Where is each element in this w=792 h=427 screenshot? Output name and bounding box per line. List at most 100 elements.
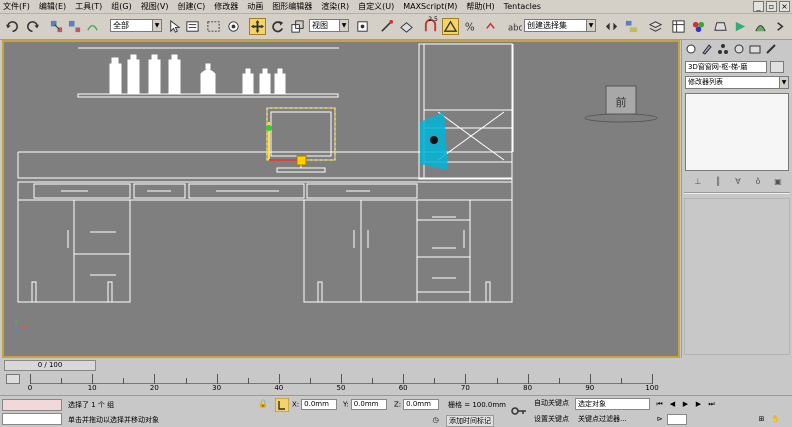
menu-graph-editors[interactable]: 图形编辑器: [272, 1, 312, 12]
selection-status: 选择了 1 个 组: [68, 401, 115, 409]
display-tab-icon[interactable]: [748, 42, 762, 56]
perspective-viewport[interactable]: 前: [2, 40, 680, 358]
svg-text:前: 前: [616, 95, 627, 109]
toolbar-overflow-icon[interactable]: [772, 18, 789, 35]
selection-filter-dropdown[interactable]: 全部 ▼: [110, 19, 162, 32]
x-value-field[interactable]: 0.0mm: [301, 399, 338, 410]
menu-animation[interactable]: 动画: [247, 1, 263, 12]
object-name-field[interactable]: 3D窗窗网-枢-梯-磨: [685, 61, 767, 73]
set-key-button[interactable]: 设置关键点: [534, 414, 569, 424]
material-editor-icon[interactable]: [690, 18, 707, 35]
menu-group[interactable]: 组(G): [111, 1, 131, 12]
create-tab-icon[interactable]: [684, 42, 698, 56]
percent-snap-icon[interactable]: %: [462, 18, 479, 35]
menu-rendering[interactable]: 渲染(R): [321, 1, 349, 12]
reference-coordinate-value: 视图: [312, 21, 328, 30]
render-setup-icon[interactable]: [712, 18, 729, 35]
utilities-tab-icon[interactable]: [764, 42, 778, 56]
goto-start-icon[interactable]: ⏮: [654, 399, 665, 410]
object-color-swatch[interactable]: [770, 61, 784, 73]
maxscript-listener-mini[interactable]: [2, 399, 62, 411]
chevron-down-icon: ▼: [152, 20, 161, 31]
curve-editor-mini-icon[interactable]: [6, 374, 20, 384]
ruler-tick: [216, 374, 218, 384]
render-frame-icon[interactable]: [732, 18, 749, 35]
menu-maxscript[interactable]: MAXScript(M): [403, 2, 457, 11]
ruler-tick: [341, 374, 342, 384]
rectangular-selection-icon[interactable]: [205, 18, 222, 35]
y-value-field[interactable]: 0.0mm: [350, 399, 387, 410]
key-filters-button[interactable]: 关键点过滤器...: [578, 414, 627, 424]
menu-tools[interactable]: 工具(T): [75, 1, 102, 12]
select-and-rotate-icon[interactable]: [269, 18, 286, 35]
pivot-center-icon[interactable]: [354, 18, 371, 35]
svg-text:abc: abc: [508, 22, 522, 32]
modifier-list-dropdown[interactable]: 修改器列表 ▼: [685, 76, 789, 89]
bind-spacewarp-icon[interactable]: [84, 18, 101, 35]
undo-icon[interactable]: [4, 18, 21, 35]
menu-customize[interactable]: 自定义(U): [358, 1, 394, 12]
modify-tab-icon[interactable]: [700, 42, 714, 56]
selection-set-dropdown[interactable]: 选定对象: [575, 398, 650, 410]
mirror-icon[interactable]: [603, 18, 620, 35]
hierarchy-tab-icon[interactable]: [716, 42, 730, 56]
unlink-icon[interactable]: [66, 18, 83, 35]
window-crossing-icon[interactable]: [225, 18, 242, 35]
select-object-icon[interactable]: [166, 18, 183, 35]
remove-modifier-icon[interactable]: ô: [753, 176, 763, 186]
time-tag-icon[interactable]: ◷: [430, 415, 441, 426]
menu-create[interactable]: 创建(C): [177, 1, 205, 12]
lock-selection-icon[interactable]: 🔒: [258, 399, 270, 411]
menu-help[interactable]: 帮助(H): [466, 1, 494, 12]
key-mode-toggle-icon[interactable]: ⊳: [654, 414, 665, 425]
reference-coordinate-dropdown[interactable]: 视图 ▼: [309, 19, 349, 32]
play-icon[interactable]: ▶: [680, 399, 691, 410]
z-label: Z:: [394, 400, 402, 409]
goto-end-icon[interactable]: ⏭: [706, 399, 717, 410]
absolute-transform-icon[interactable]: [274, 397, 290, 413]
menu-edit[interactable]: 编辑(E): [39, 1, 66, 12]
track-bar[interactable]: 0 10 20 30 40 50 60 70 80 90 100: [0, 372, 680, 394]
select-link-icon[interactable]: [48, 18, 65, 35]
z-value-field[interactable]: 0.0mm: [403, 399, 440, 410]
named-selection-dropdown[interactable]: 创建选择集 ▼: [524, 19, 596, 32]
key-mode-icon[interactable]: [510, 402, 528, 420]
show-end-result-icon[interactable]: ║: [713, 176, 723, 186]
motion-tab-icon[interactable]: [732, 42, 746, 56]
align-icon[interactable]: [623, 18, 640, 35]
close-button[interactable]: ×: [779, 1, 790, 12]
pin-stack-icon[interactable]: ⊥: [693, 176, 703, 186]
spinner-snap-icon[interactable]: [482, 18, 499, 35]
maxscript-input-mini[interactable]: [2, 413, 62, 425]
menu-tentacles[interactable]: Tentacles: [504, 2, 541, 11]
menu-views[interactable]: 视图(V): [141, 1, 169, 12]
zoom-extents-icon[interactable]: ⊞: [756, 414, 767, 425]
select-by-name-icon[interactable]: [184, 18, 201, 35]
quick-render-icon[interactable]: [752, 18, 769, 35]
make-unique-icon[interactable]: ∀: [733, 176, 743, 186]
add-time-tag-button[interactable]: 添加时间标记: [446, 415, 494, 427]
menu-modifiers[interactable]: 修改器: [214, 1, 238, 12]
ruler-tick-label: 10: [87, 384, 97, 392]
pan-view-icon[interactable]: ✋: [770, 414, 781, 425]
chevron-down-icon: ▼: [779, 77, 788, 88]
menu-file[interactable]: 文件(F): [3, 1, 30, 12]
redo-icon[interactable]: [24, 18, 41, 35]
select-manipulate-icon[interactable]: [378, 18, 395, 35]
restore-button[interactable]: ▫: [766, 1, 777, 12]
modifier-stack[interactable]: [685, 93, 789, 171]
angle-snap-icon[interactable]: [442, 18, 459, 35]
curve-editor-icon[interactable]: [670, 18, 687, 35]
select-and-move-icon[interactable]: [249, 18, 266, 35]
edit-named-selection-icon[interactable]: abc: [506, 18, 523, 35]
layer-manager-icon[interactable]: [647, 18, 664, 35]
current-frame-field[interactable]: [667, 414, 687, 425]
next-frame-icon[interactable]: ▶: [693, 399, 704, 410]
minimize-button[interactable]: _: [753, 1, 764, 12]
configure-sets-icon[interactable]: ▣: [773, 176, 783, 186]
time-slider[interactable]: 0 / 100: [4, 360, 96, 371]
select-and-scale-icon[interactable]: [289, 18, 306, 35]
prev-frame-icon[interactable]: ◀: [667, 399, 678, 410]
keyboard-shortcut-icon[interactable]: [398, 18, 415, 35]
auto-key-button[interactable]: 自动关键点: [534, 398, 569, 408]
